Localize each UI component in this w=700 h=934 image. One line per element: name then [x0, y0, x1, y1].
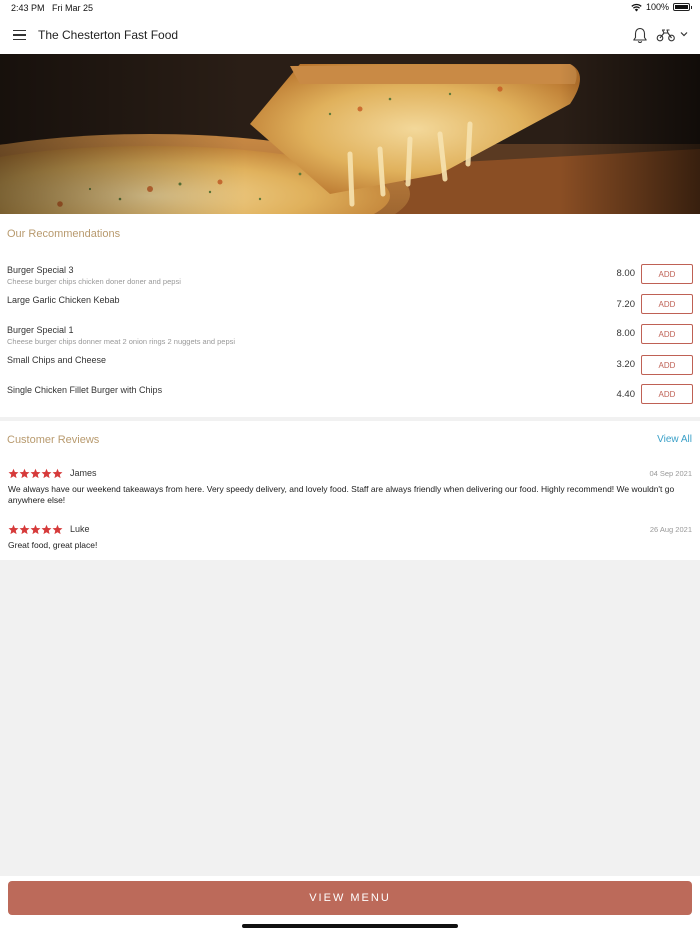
item-name: Burger Special 1 [7, 325, 74, 335]
star-icon [30, 468, 41, 479]
recommendations-title: Our Recommendations [7, 228, 121, 240]
bottom-bar: VIEW MENU [0, 876, 700, 934]
restaurant-title: The Chesterton Fast Food [38, 28, 179, 42]
item-description: Cheese burger chips donner meat 2 onion … [7, 337, 236, 346]
add-button[interactable]: ADD [641, 384, 693, 404]
reviewer-name: James [70, 468, 97, 478]
hero-image [0, 54, 700, 214]
reviews-title: Customer Reviews [7, 434, 100, 446]
item-price: 8.00 [616, 328, 636, 339]
item-price: 4.40 [616, 389, 636, 400]
chevron-down-icon[interactable] [679, 29, 689, 39]
star-icon [52, 524, 63, 535]
star-icon [19, 524, 30, 535]
wifi-icon [631, 3, 642, 11]
star-icon [41, 524, 52, 535]
home-indicator[interactable] [242, 924, 458, 928]
battery-percent: 100% [645, 2, 669, 12]
reviews-section: Customer Reviews View All James 04 Sep 2… [0, 421, 700, 560]
review-text: We always have our weekend takeaways fro… [8, 484, 675, 505]
recommendations-section: Our Recommendations Burger Special 3 Che… [0, 214, 700, 417]
menu-item: Burger Special 1 Cheese burger chips don… [0, 324, 700, 354]
star-icon [8, 524, 19, 535]
status-right: 100% [631, 2, 692, 12]
item-name: Large Garlic Chicken Kebab [7, 295, 120, 305]
star-icon [8, 468, 19, 479]
status-bar: 2:43 PM Fri Mar 25 100% [0, 0, 700, 17]
add-button[interactable]: ADD [641, 324, 693, 344]
star-rating [8, 468, 63, 479]
add-button[interactable]: ADD [641, 264, 693, 284]
star-rating [8, 524, 63, 535]
app-header: The Chesterton Fast Food [0, 17, 700, 54]
view-menu-button[interactable]: VIEW MENU [8, 881, 692, 915]
menu-item: Burger Special 3 Cheese burger chips chi… [0, 264, 700, 294]
battery-icon [673, 3, 692, 11]
status-time: 2:43 PM [11, 3, 45, 13]
review-date: 04 Sep 2021 [649, 469, 692, 478]
bell-icon[interactable] [632, 27, 648, 44]
delivery-scooter-icon[interactable] [656, 28, 676, 42]
menu-item: Large Garlic Chicken Kebab 7.20 ADD [0, 294, 700, 325]
reviewer-name: Luke [70, 524, 90, 534]
view-all-link[interactable]: View All [657, 434, 692, 445]
item-name: Small Chips and Cheese [7, 355, 107, 365]
pizza-image [0, 54, 700, 214]
star-icon [41, 468, 52, 479]
add-button[interactable]: ADD [641, 294, 693, 314]
item-price: 7.20 [616, 299, 636, 310]
menu-icon[interactable] [13, 30, 26, 40]
item-name: Burger Special 3 [7, 265, 74, 275]
menu-item: Small Chips and Cheese 3.20 ADD [0, 355, 700, 385]
review-text: Great food, great place! [8, 540, 98, 550]
star-icon [52, 468, 63, 479]
menu-item: Single Chicken Fillet Burger with Chips … [0, 384, 700, 415]
add-button[interactable]: ADD [641, 355, 693, 375]
review-date: 26 Aug 2021 [649, 525, 692, 534]
star-icon [30, 524, 41, 535]
item-price: 3.20 [616, 359, 636, 370]
item-description: Cheese burger chips chicken doner doner … [7, 277, 181, 286]
item-price: 8.00 [616, 268, 636, 279]
item-name: Single Chicken Fillet Burger with Chips [7, 385, 163, 395]
star-icon [19, 468, 30, 479]
status-date: Fri Mar 25 [52, 3, 94, 13]
